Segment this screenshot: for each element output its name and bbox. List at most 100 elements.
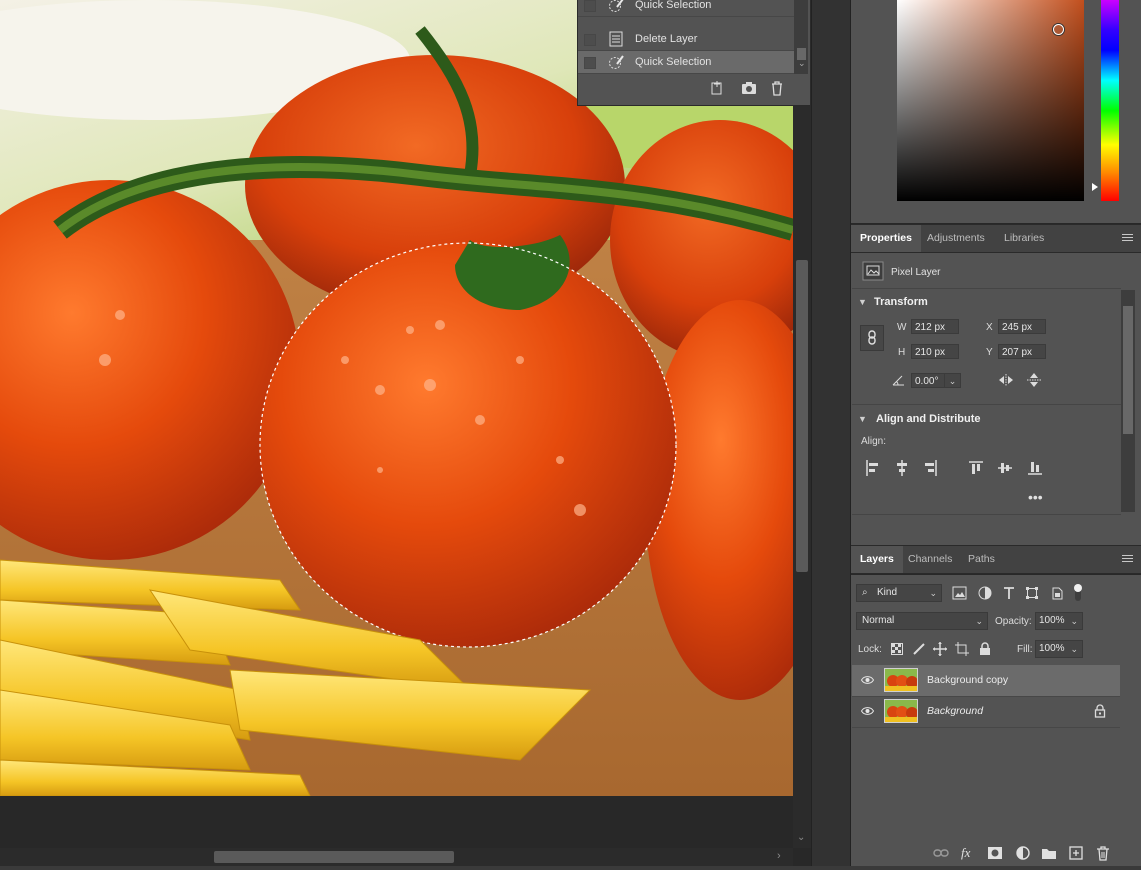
lock-all-icon[interactable]	[979, 642, 991, 656]
tab-channels[interactable]: Channels	[899, 546, 961, 573]
layer-effects-icon[interactable]: fx	[961, 845, 970, 861]
chevron-down-icon: ⌄	[975, 616, 983, 626]
scroll-right-icon[interactable]: ›	[777, 850, 781, 862]
layer-thumbnail[interactable]	[884, 699, 918, 723]
align-horizontal-centers-icon[interactable]	[894, 459, 910, 477]
properties-tab-strip: Properties Adjustments Libraries	[851, 224, 1141, 253]
align-right-edges-icon[interactable]	[922, 459, 938, 477]
filter-shape-layers-icon[interactable]	[1025, 586, 1039, 600]
align-top-edges-icon[interactable]	[968, 459, 984, 477]
properties-scroll-thumb[interactable]	[1123, 306, 1133, 434]
layer-lock-icon[interactable]	[1094, 704, 1106, 718]
fill-label: Fill:	[1017, 644, 1033, 655]
history-item-current[interactable]: Quick Selection	[578, 51, 796, 74]
tab-layers[interactable]: Layers	[851, 546, 903, 573]
horizontal-scroll-thumb[interactable]	[214, 851, 454, 863]
quick-selection-icon	[609, 0, 624, 12]
lock-position-icon[interactable]	[933, 642, 947, 656]
chevron-down-icon[interactable]: ▼	[858, 297, 867, 307]
layer-filter-kind-select[interactable]: ⌕ Kind ⌄	[856, 584, 942, 602]
hue-slider-handle[interactable]	[1092, 183, 1098, 191]
transform-section-title[interactable]: Transform	[874, 296, 928, 308]
chevron-down-icon[interactable]: ⌄	[798, 58, 806, 69]
chevron-down-icon: ⌄	[1070, 616, 1078, 626]
lock-image-pixels-icon[interactable]	[912, 642, 926, 656]
flip-vertical-icon[interactable]	[1026, 372, 1042, 388]
divider	[852, 514, 1121, 515]
fill-value: 100%	[1039, 643, 1065, 654]
opacity-field[interactable]: 100% ⌄	[1035, 612, 1083, 630]
panel-menu-icon[interactable]	[1122, 555, 1133, 564]
tab-adjustments[interactable]: Adjustments	[918, 225, 994, 252]
panel-menu-icon[interactable]	[1122, 234, 1133, 243]
document-canvas[interactable]	[0, 0, 793, 796]
vertical-scroll-thumb[interactable]	[796, 260, 808, 572]
color-picker-marker[interactable]	[1053, 24, 1064, 35]
filter-type-layers-icon[interactable]	[1002, 586, 1016, 600]
align-vertical-centers-icon[interactable]	[997, 459, 1013, 477]
history-snapshot-checkbox[interactable]	[584, 0, 596, 12]
trash-icon[interactable]	[769, 80, 785, 96]
layer-row[interactable]: Background copy	[852, 665, 1120, 697]
history-item[interactable]: Quick Selection	[578, 0, 796, 17]
more-options-icon[interactable]: •••	[1028, 489, 1043, 505]
chevron-down-icon[interactable]: ▼	[858, 414, 867, 424]
lock-transparent-pixels-icon[interactable]	[891, 643, 903, 655]
opacity-label: Opacity:	[995, 616, 1032, 627]
chevron-down-icon: ⌄	[1070, 644, 1078, 654]
history-snapshot-checkbox[interactable]	[584, 57, 596, 69]
height-field[interactable]: 210 px	[911, 344, 959, 359]
history-snapshot-checkbox[interactable]	[584, 34, 596, 46]
y-position-field[interactable]: 207 px	[998, 344, 1046, 359]
history-panel: Quick Selection Delete Layer Quick Selec…	[577, 0, 810, 106]
divider	[852, 404, 1121, 405]
link-dimensions-icon[interactable]	[860, 325, 884, 351]
tab-paths[interactable]: Paths	[959, 546, 1004, 573]
divider	[852, 288, 1121, 289]
new-adjustment-layer-icon[interactable]	[1015, 845, 1031, 861]
align-label: Align:	[861, 436, 887, 447]
filter-pixel-layers-icon[interactable]	[952, 586, 967, 600]
layers-tab-strip: Layers Channels Paths	[851, 545, 1141, 574]
new-document-from-state-icon[interactable]	[709, 80, 725, 96]
layer-name[interactable]: Background copy	[927, 674, 1008, 686]
delete-layer-trash-icon[interactable]	[1095, 845, 1111, 861]
layer-row[interactable]: Background	[852, 696, 1120, 728]
width-field[interactable]: 212 px	[911, 319, 959, 334]
new-group-folder-icon[interactable]	[1041, 845, 1057, 861]
new-layer-icon[interactable]	[1068, 845, 1084, 861]
align-bottom-edges-icon[interactable]	[1027, 459, 1043, 477]
align-section-title[interactable]: Align and Distribute	[876, 413, 981, 425]
fill-field[interactable]: 100% ⌄	[1035, 640, 1083, 658]
layer-thumbnail[interactable]	[884, 668, 918, 692]
width-label: W	[897, 322, 907, 333]
lock-label: Lock:	[858, 644, 882, 655]
filter-toggle-switch-icon[interactable]	[1073, 583, 1083, 603]
x-position-field[interactable]: 245 px	[998, 319, 1046, 334]
blend-mode-select[interactable]: Normal ⌄	[856, 612, 988, 630]
chevron-down-icon: ⌄	[929, 588, 937, 598]
align-left-edges-icon[interactable]	[865, 459, 881, 477]
filter-adjustment-layers-icon[interactable]	[978, 586, 992, 600]
panel-dock-gutter	[811, 0, 851, 870]
add-layer-mask-icon[interactable]	[987, 845, 1003, 861]
flip-horizontal-icon[interactable]	[997, 373, 1015, 387]
opacity-value: 100%	[1039, 615, 1065, 626]
scroll-down-icon[interactable]: ⌄	[797, 832, 805, 843]
height-label: H	[898, 347, 906, 358]
camera-icon[interactable]	[741, 80, 757, 96]
hue-slider[interactable]	[1101, 0, 1119, 201]
visibility-eye-icon[interactable]	[861, 706, 874, 716]
history-item-label: Quick Selection	[635, 56, 712, 68]
link-layers-icon[interactable]	[933, 845, 949, 861]
history-state-icon	[609, 31, 623, 47]
filter-smart-objects-icon[interactable]	[1050, 586, 1064, 600]
angle-icon	[892, 375, 904, 386]
visibility-eye-icon[interactable]	[861, 675, 874, 685]
lock-artboard-icon[interactable]	[955, 642, 969, 656]
history-item[interactable]: Delete Layer	[578, 28, 796, 51]
tab-properties[interactable]: Properties	[851, 225, 921, 252]
tab-libraries[interactable]: Libraries	[995, 225, 1053, 252]
layer-name[interactable]: Background	[927, 705, 983, 717]
angle-dropdown-button[interactable]: ⌄	[944, 373, 961, 388]
